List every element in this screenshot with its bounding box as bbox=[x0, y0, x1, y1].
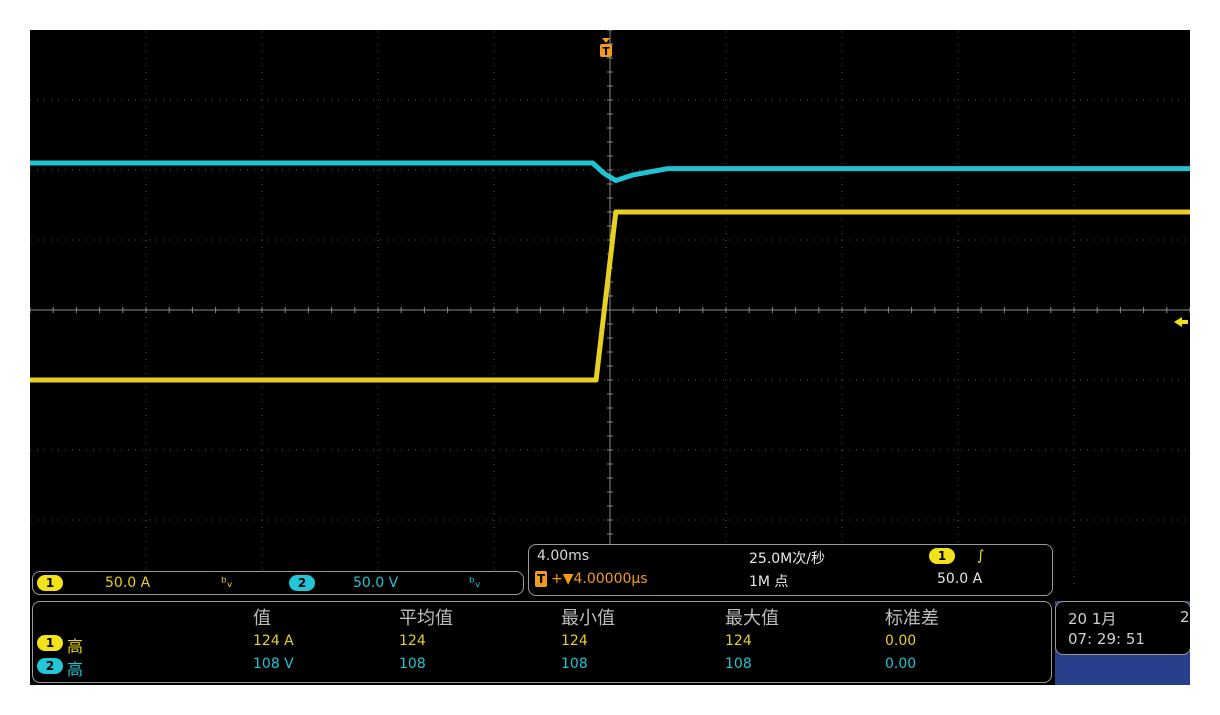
header-std: 标准差 bbox=[885, 608, 939, 629]
record-length: 1M 点 bbox=[749, 574, 789, 590]
ch2-badge[interactable]: 2 bbox=[289, 575, 315, 591]
ch2-bandwidth-icon: ᵇᵥ bbox=[469, 575, 481, 591]
measurement-table[interactable]: 值 平均值 最小值 最大值 标准差 1 高 124 A 124 124 124 … bbox=[32, 601, 1052, 683]
ch1-meas-mean: 124 bbox=[399, 633, 426, 649]
ch2-meas-mean: 108 bbox=[399, 656, 426, 672]
ch1-meas-std: 0.00 bbox=[885, 633, 917, 649]
ch2-meas-value: 108 V bbox=[253, 656, 294, 672]
ch2-row-badge: 2 bbox=[37, 658, 63, 674]
date-time-display: 20 1月 2 07: 29: 51 bbox=[1055, 601, 1190, 655]
header-value: 值 bbox=[253, 608, 271, 629]
header-mean: 平均值 bbox=[399, 608, 453, 629]
trigger-source-badge: 1 bbox=[929, 548, 955, 564]
horizontal-trigger-panel[interactable]: 4.00ms 25.0M次/秒 1 ∫ T +▼4.00000µs 1M 点 5… bbox=[528, 544, 1053, 596]
oscilloscope-display: T 1 50.0 A ᵇᵥ 2 50.0 V ᵇᵥ 4.00ms 25.0M次/… bbox=[30, 30, 1190, 685]
ch2-meas-std: 0.00 bbox=[885, 656, 917, 672]
ch1-badge[interactable]: 1 bbox=[37, 575, 63, 591]
ch1-meas-max: 124 bbox=[725, 633, 752, 649]
ch2-meas-max: 108 bbox=[725, 656, 752, 672]
channel-settings-bar: 1 50.0 A ᵇᵥ 2 50.0 V ᵇᵥ bbox=[32, 571, 524, 595]
ch1-meas-type: 高 bbox=[67, 637, 84, 656]
ch1-scale[interactable]: 50.0 A bbox=[105, 575, 150, 591]
waveform-graticule bbox=[30, 30, 1190, 590]
time: 07: 29: 51 bbox=[1068, 630, 1145, 648]
trigger-position-marker[interactable]: T bbox=[599, 38, 613, 58]
time-per-division: 4.00ms bbox=[537, 548, 590, 564]
trigger-marker-label: T bbox=[602, 45, 610, 58]
date: 20 1月 bbox=[1068, 610, 1117, 628]
ch2-meas-type: 高 bbox=[67, 660, 84, 679]
ch2-scale[interactable]: 50.0 V bbox=[353, 575, 398, 591]
header-min: 最小值 bbox=[561, 608, 615, 629]
sample-rate: 25.0M次/秒 bbox=[749, 551, 825, 567]
ch2-meas-min: 108 bbox=[561, 656, 588, 672]
ch1-row-badge: 1 bbox=[37, 635, 63, 651]
ch1-bandwidth-icon: ᵇᵥ bbox=[221, 575, 233, 591]
trigger-t-icon: T bbox=[535, 571, 548, 587]
ch1-meas-value: 124 A bbox=[253, 633, 294, 649]
clock-area: 20 1月 2 07: 29: 51 bbox=[1055, 601, 1190, 685]
trigger-level: 50.0 A bbox=[937, 571, 983, 587]
header-max: 最大值 bbox=[725, 608, 779, 629]
ch1-meas-min: 124 bbox=[561, 633, 588, 649]
trigger-position: +▼4.00000µs bbox=[551, 571, 648, 587]
trigger-level-marker[interactable] bbox=[1174, 315, 1188, 329]
trigger-slope-icon: ∫ bbox=[977, 548, 985, 564]
year-partial: 2 bbox=[1180, 608, 1190, 626]
